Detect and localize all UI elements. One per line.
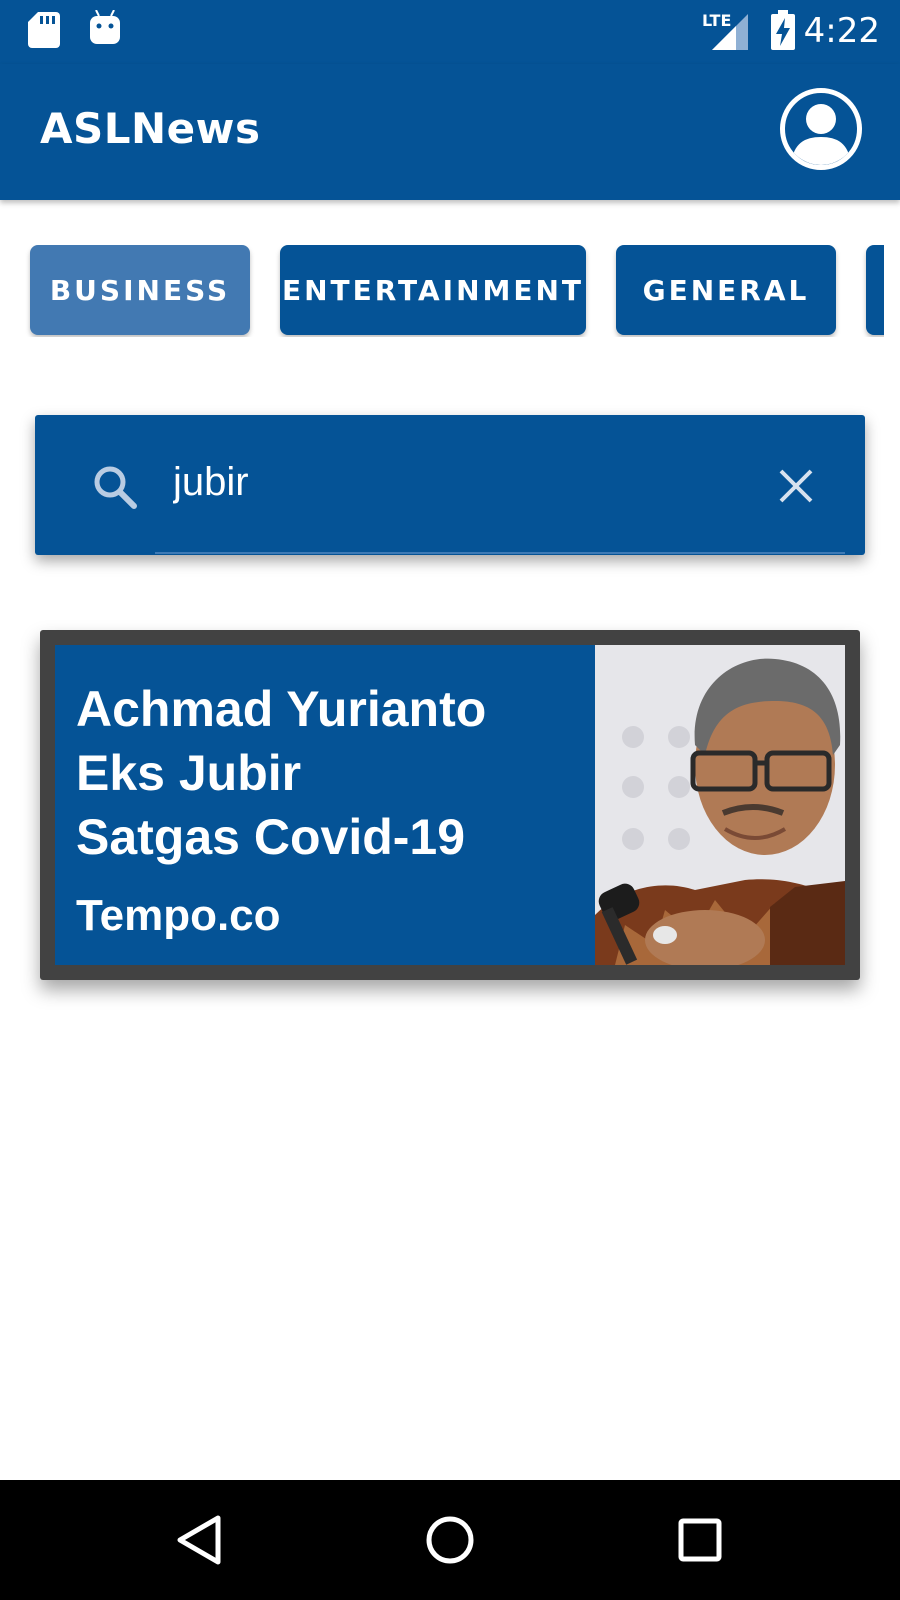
home-icon[interactable] bbox=[420, 1510, 480, 1570]
chip-label: BUSINESS bbox=[49, 273, 231, 307]
system-nav-bar bbox=[0, 1480, 900, 1600]
profile-silhouette-icon bbox=[791, 104, 851, 165]
app-bar: ASLNews bbox=[0, 64, 900, 200]
search-underline bbox=[155, 552, 845, 554]
news-card-content: Achmad Yurianto Eks Jubir Satgas Covid-1… bbox=[55, 645, 845, 965]
news-card[interactable]: Achmad Yurianto Eks Jubir Satgas Covid-1… bbox=[40, 630, 860, 980]
back-icon[interactable] bbox=[170, 1510, 230, 1570]
search-bar bbox=[35, 415, 865, 555]
chip-business[interactable]: BUSINESS bbox=[30, 245, 250, 335]
chip-label: GENERAL bbox=[642, 273, 810, 307]
sd-card-icon bbox=[28, 12, 60, 48]
status-bar: LTE 4:22 bbox=[0, 0, 900, 64]
news-headline: Achmad Yurianto Eks Jubir Satgas Covid-1… bbox=[76, 681, 487, 865]
clock-time: 4:22 bbox=[803, 11, 880, 51]
category-chip-row[interactable]: BUSINESS ENTERTAINMENT GENERAL bbox=[0, 245, 884, 337]
close-icon[interactable] bbox=[775, 465, 817, 507]
chip-general[interactable]: GENERAL bbox=[616, 245, 836, 335]
news-source: Tempo.co bbox=[76, 891, 281, 940]
search-input[interactable] bbox=[173, 447, 733, 517]
search-icon[interactable] bbox=[91, 463, 139, 511]
signal-icon: LTE bbox=[702, 11, 748, 50]
account-circle-icon[interactable] bbox=[780, 88, 862, 170]
chip-entertainment[interactable]: ENTERTAINMENT bbox=[280, 245, 586, 335]
app-title: ASLNews bbox=[40, 104, 261, 153]
chip-label: ENTERTAINMENT bbox=[281, 273, 585, 307]
svg-text:LTE: LTE bbox=[702, 11, 731, 30]
recents-icon[interactable] bbox=[670, 1510, 730, 1570]
android-icon bbox=[90, 10, 120, 44]
battery-charging-icon bbox=[771, 10, 795, 50]
news-thumbnail bbox=[595, 645, 845, 965]
chip-next-partial[interactable] bbox=[866, 245, 884, 335]
